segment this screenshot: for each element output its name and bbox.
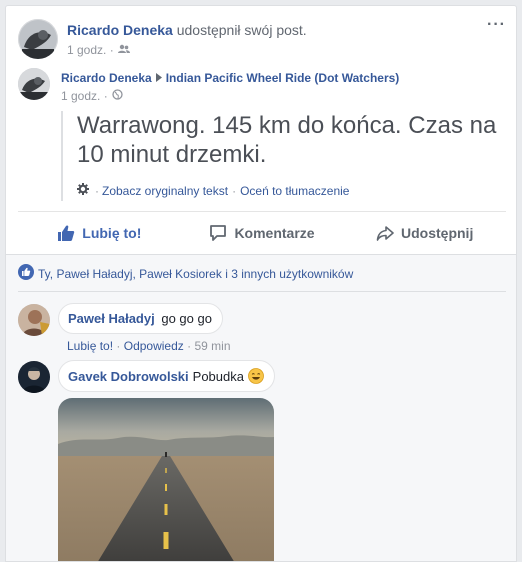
comment-button[interactable]: Komentarze (181, 212, 344, 253)
smiley-emoji-icon (248, 368, 264, 384)
globe-icon[interactable] (112, 89, 123, 103)
comment-bubble: Paweł Haładyj go go go (58, 303, 223, 334)
meta-separator: · (116, 339, 121, 353)
action-bar: Lubię to! Komentarze Udostępnij (18, 211, 506, 253)
author-avatar[interactable] (18, 68, 50, 100)
post-author-name[interactable]: Ricardo Deneka (61, 71, 152, 85)
translation-separator-2: · (232, 183, 237, 198)
comment-image-road[interactable] (58, 398, 274, 561)
share-label: Udostępnij (401, 224, 474, 241)
share-arrow-icon (376, 225, 394, 241)
like-reaction-icon (18, 264, 34, 283)
settings-gear-icon[interactable] (77, 183, 89, 198)
comment-reply-link[interactable]: Odpowiedz (124, 339, 184, 353)
sharer-name[interactable]: Ricardo Deneka (67, 22, 173, 38)
post-text-line-2: 10 minut drzemki. (77, 141, 267, 168)
thumbs-up-icon (58, 224, 75, 241)
comment-text: go go go (161, 311, 212, 326)
comment-like-link[interactable]: Lubię to! (67, 339, 113, 353)
see-original-link[interactable]: Zobacz oryginalny tekst (102, 184, 228, 198)
comment-timestamp[interactable]: 59 min (194, 339, 230, 353)
divider (18, 291, 506, 292)
comment-icon (210, 224, 227, 241)
like-label: Lubię to! (82, 224, 142, 241)
like-button[interactable]: Lubię to! (18, 212, 181, 253)
audience-friends-icon[interactable] (117, 43, 130, 57)
comment-text-2: Pobudka (192, 368, 244, 384)
rate-translation-link[interactable]: Oceń to tłumaczenie (240, 184, 349, 198)
meta-separator-2: · (187, 339, 192, 353)
share-timestamp[interactable]: 1 godz. · (67, 43, 114, 57)
post-body: Warrawong. 145 km do końca. Czas na 10 m… (61, 111, 511, 201)
share-action-text: udostępnił swój post. (176, 22, 307, 38)
reactions-summary[interactable]: Ty, Paweł Haładyj, Paweł Kosiorek i 3 in… (38, 267, 353, 281)
post-card: Ricardo Deneka udostępnił swój post. 1 g… (5, 5, 517, 562)
comment-label: Komentarze (234, 224, 315, 241)
sharer-avatar[interactable] (18, 19, 58, 59)
comment-bubble-2: Gavek Dobrowolski Pobudka (58, 360, 275, 392)
translation-separator: · (95, 183, 99, 198)
post-options-icon[interactable]: ··· (487, 16, 506, 34)
commenter-avatar[interactable] (18, 304, 50, 336)
commenter-name[interactable]: Paweł Haładyj (68, 311, 155, 326)
commenter-name-2[interactable]: Gavek Dobrowolski (68, 369, 189, 384)
arrow-right-icon (155, 71, 162, 85)
group-name-link[interactable]: Indian Pacific Wheel Ride (Dot Watchers) (166, 71, 400, 85)
comments-section: Ty, Paweł Haładyj, Paweł Kosiorek i 3 in… (6, 254, 516, 561)
post-text-line-1: Warrawong. 145 km do końca. Czas na (77, 112, 497, 139)
share-button[interactable]: Udostępnij (343, 212, 506, 253)
post-timestamp[interactable]: 1 godz. · (61, 89, 108, 103)
commenter-avatar-2[interactable] (18, 361, 50, 393)
